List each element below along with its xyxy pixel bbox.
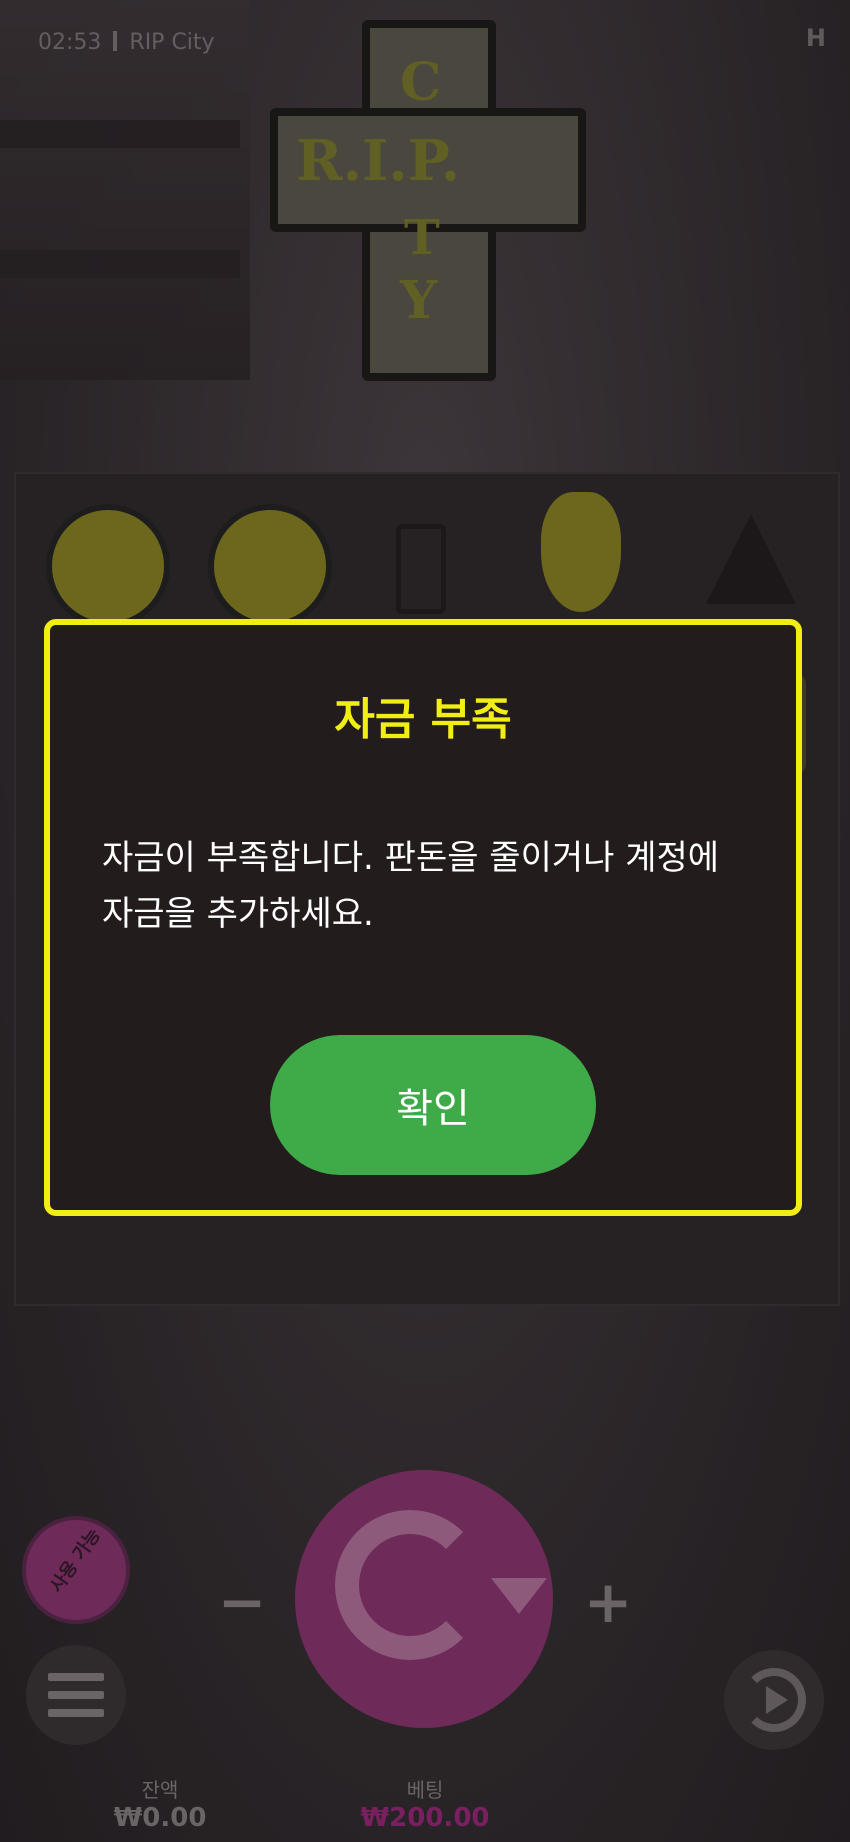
menu-button[interactable] [26,1645,126,1745]
increase-bet-button[interactable]: + [568,1562,648,1642]
decrease-bet-button[interactable]: − [202,1562,282,1642]
play-icon [766,1686,788,1714]
autoplay-label: 사용 가능 [46,1524,105,1597]
replay-button[interactable] [724,1650,824,1750]
bet-value: ₩200.00 [360,1803,490,1833]
balance-display: 잔액 ₩0.00 [110,1774,210,1833]
bet-display: 베팅 ₩200.00 [360,1774,490,1833]
menu-line [48,1673,104,1681]
dialog-message-line2: 자금을 추가하세요. [102,894,374,934]
menu-line [48,1709,104,1717]
confirm-button[interactable]: 확인 [270,1035,596,1175]
dialog-message-line1: 자금이 부족합니다. 판돈을 줄이거나 계정에 [102,838,720,878]
spin-arrow-icon [335,1510,485,1660]
bet-label: 베팅 [406,1778,444,1802]
balance-label: 잔액 [141,1778,179,1802]
dialog-message: 자금이 부족합니다. 판돈을 줄이거나 계정에 자금을 추가하세요. [102,830,744,942]
spin-arrowhead-icon [491,1578,547,1614]
spin-button[interactable] [295,1470,553,1728]
autoplay-button[interactable]: 사용 가능 [22,1516,130,1624]
menu-line [48,1691,104,1699]
dialog-title: 자금 부족 [334,694,512,745]
balance-value: ₩0.00 [113,1803,207,1833]
insufficient-funds-dialog: 자금 부족 자금이 부족합니다. 판돈을 줄이거나 계정에 자금을 추가하세요.… [44,619,802,1216]
